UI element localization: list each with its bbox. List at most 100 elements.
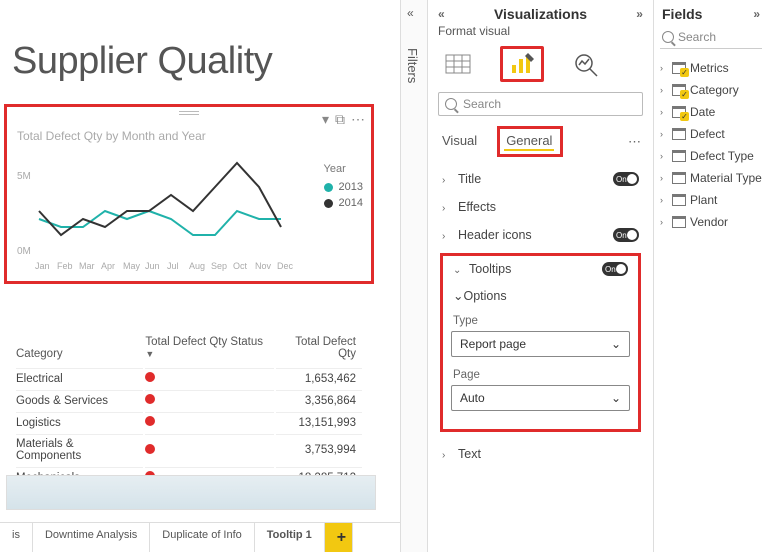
fields-pane: Fields » Search ›Metrics ›Category ›Date… (654, 0, 768, 552)
search-icon (445, 98, 457, 110)
filters-label: Filters (405, 48, 420, 83)
filter-icon[interactable]: ▾ (322, 111, 329, 128)
tab-general[interactable]: General (497, 126, 563, 157)
page-tabs: is Downtime Analysis Duplicate of Info T… (0, 522, 428, 552)
legend-item[interactable]: 2014 (324, 197, 363, 209)
legend-title: Year (324, 163, 363, 175)
expand-icon[interactable]: » (753, 7, 760, 21)
table-icon (672, 172, 686, 184)
chevron-down-icon: ⌄ (611, 337, 621, 351)
category-table[interactable]: Category Total Defect Qty Status ▼ Total… (14, 330, 364, 489)
search-placeholder: Search (463, 97, 501, 111)
chevron-down-icon: ⌄ (453, 289, 463, 303)
y-tick: 0M (17, 246, 31, 257)
map-visual[interactable] (6, 475, 376, 510)
expand-filters-icon[interactable]: « (407, 6, 414, 20)
chevron-right-icon: › (660, 129, 668, 139)
chevron-right-icon: › (442, 450, 452, 461)
filters-pane-collapsed[interactable]: « Filters (400, 0, 428, 552)
chevron-right-icon: › (660, 85, 668, 95)
chart-legend: Year 2013 2014 (324, 163, 363, 213)
visual-header-icons: ▾ ⧉ ⋯ (322, 111, 365, 128)
col-header[interactable]: Total Defect Qty Status ▼ (145, 332, 274, 366)
page-tab[interactable]: Duplicate of Info (150, 523, 255, 552)
status-dot-icon (145, 416, 155, 426)
field-table-item[interactable]: ›Material Type (654, 167, 768, 189)
field-table-item[interactable]: ›Metrics (654, 57, 768, 79)
page-select[interactable]: Auto ⌄ (451, 385, 630, 411)
status-dot-icon (145, 372, 155, 382)
chevron-right-icon: › (660, 217, 668, 227)
svg-text:Jul: Jul (167, 261, 179, 271)
svg-text:Nov: Nov (255, 261, 272, 271)
page-tab[interactable]: is (0, 523, 33, 552)
pane-subtitle: Format visual (428, 24, 653, 44)
add-page-button[interactable]: + (325, 523, 353, 552)
chevron-right-icon: › (660, 63, 668, 73)
field-table-item[interactable]: ›Date (654, 101, 768, 123)
table-icon (672, 128, 686, 140)
more-icon[interactable]: ⋯ (351, 111, 365, 128)
fields-search-input[interactable]: Search (660, 28, 762, 49)
col-header[interactable]: Category (16, 332, 143, 366)
options-subgroup[interactable]: ⌄Options (449, 282, 632, 311)
chevron-right-icon: › (660, 107, 668, 117)
line-chart-visual[interactable]: ▾ ⧉ ⋯ Total Defect Qty by Month and Year… (4, 104, 374, 284)
toggle-on[interactable]: On (602, 262, 628, 276)
svg-text:Apr: Apr (101, 261, 115, 271)
field-table-item[interactable]: ›Defect Type (654, 145, 768, 167)
swatch-icon (324, 183, 333, 192)
search-placeholder: Search (678, 30, 716, 44)
svg-text:Oct: Oct (233, 261, 248, 271)
series-2014 (39, 163, 281, 235)
toggle-on[interactable]: On (613, 228, 639, 242)
card-header-icons[interactable]: ›Header icons On (434, 221, 647, 249)
focus-icon[interactable]: ⧉ (335, 111, 345, 128)
table-icon (672, 106, 686, 118)
page-tab[interactable]: Tooltip 1 (255, 523, 325, 552)
table-row[interactable]: Materials & Components3,753,994 (16, 434, 362, 465)
collapse-icon[interactable]: « (438, 7, 445, 21)
select-value: Auto (460, 391, 485, 405)
table-icon (672, 84, 686, 96)
build-visual-button[interactable] (436, 46, 480, 82)
fields-list: ›Metrics ›Category ›Date ›Defect ›Defect… (654, 57, 768, 233)
y-tick: 5M (17, 171, 31, 182)
svg-text:Sep: Sep (211, 261, 227, 271)
chevron-right-icon: › (442, 231, 452, 242)
toggle-on[interactable]: On (613, 172, 639, 186)
type-label: Type (449, 311, 632, 329)
field-table-item[interactable]: ›Vendor (654, 211, 768, 233)
tab-visual[interactable]: Visual (440, 129, 479, 154)
field-table-item[interactable]: ›Defect (654, 123, 768, 145)
status-dot-icon (145, 394, 155, 404)
table-row[interactable]: Logistics13,151,993 (16, 412, 362, 432)
series-2013 (39, 211, 281, 235)
expand-icon[interactable]: » (636, 7, 643, 21)
chevron-right-icon: › (660, 173, 668, 183)
format-visual-button[interactable] (500, 46, 544, 82)
card-text[interactable]: ›Text (434, 440, 647, 468)
svg-text:Mar: Mar (79, 261, 95, 271)
chevron-right-icon: › (660, 195, 668, 205)
field-table-item[interactable]: ›Category (654, 79, 768, 101)
svg-text:Jun: Jun (145, 261, 160, 271)
card-effects[interactable]: ›Effects (434, 193, 647, 221)
card-tooltips-header[interactable]: ⌄Tooltips On (449, 260, 632, 282)
analytics-button[interactable] (564, 46, 608, 82)
page-tab[interactable]: Downtime Analysis (33, 523, 150, 552)
svg-text:Jan: Jan (35, 261, 50, 271)
table-row[interactable]: Goods & Services3,356,864 (16, 390, 362, 410)
field-table-item[interactable]: ›Plant (654, 189, 768, 211)
svg-text:Feb: Feb (57, 261, 73, 271)
legend-item[interactable]: 2013 (324, 181, 363, 193)
table-row[interactable]: Electrical1,653,462 (16, 368, 362, 388)
chart-plot-area: 5M 0M JanFebMar AprMayJun JulAugSep OctN… (15, 149, 305, 279)
more-options-icon[interactable]: ⋯ (628, 134, 641, 150)
format-search-input[interactable]: Search (438, 92, 643, 116)
type-select[interactable]: Report page ⌄ (451, 331, 630, 357)
card-title[interactable]: ›Title On (434, 165, 647, 193)
format-tabs: Visual General ⋯ (428, 124, 653, 157)
col-header[interactable]: Total Defect Qty (276, 332, 362, 366)
drag-grip-icon[interactable] (179, 111, 199, 115)
